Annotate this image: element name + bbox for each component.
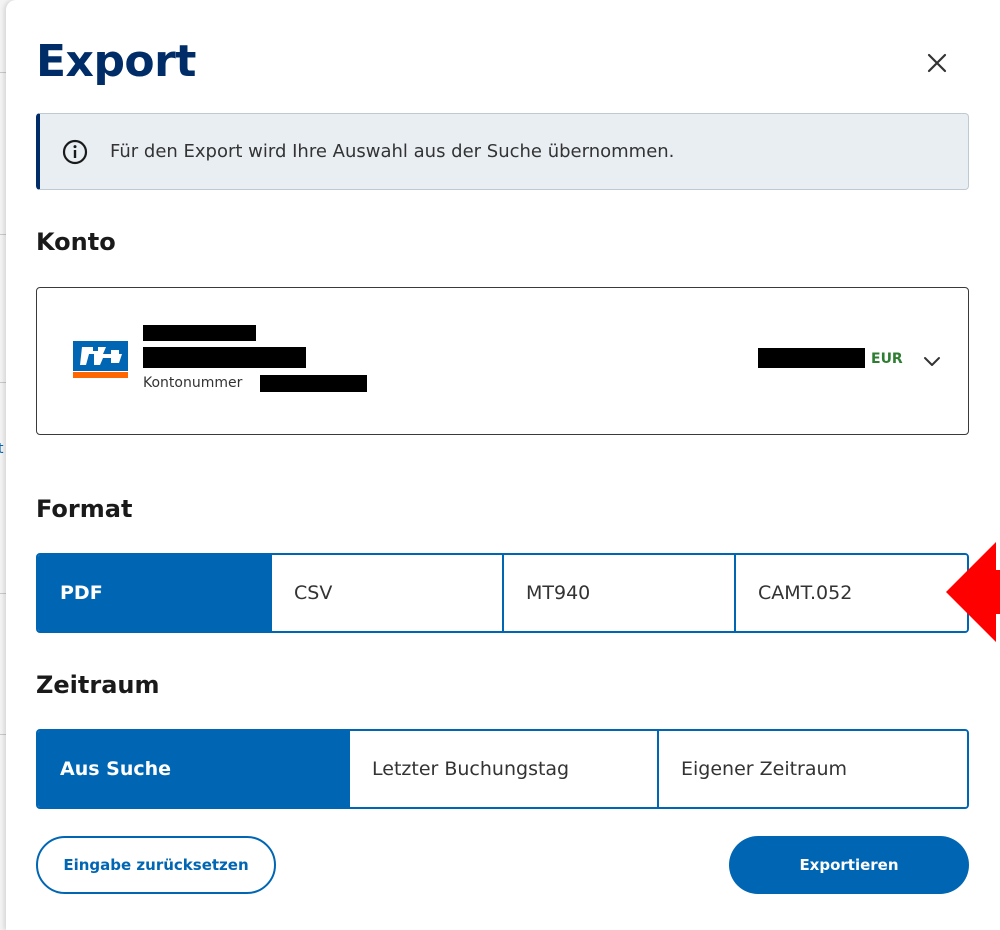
period-section-label: Zeitraum — [36, 671, 160, 699]
format-option-pdf[interactable]: PDF — [38, 555, 272, 631]
chevron-down-icon — [922, 353, 942, 369]
format-section-label: Format — [36, 495, 133, 523]
period-option-custom-range[interactable]: Eigener Zeitraum — [659, 731, 967, 807]
period-option-last-booking-day[interactable]: Letzter Buchungstag — [350, 731, 659, 807]
dialog-title: Export — [36, 36, 196, 87]
format-option-csv[interactable]: CSV — [272, 555, 504, 631]
info-icon — [62, 139, 88, 165]
arrow-left-annotation — [946, 542, 1000, 642]
close-icon — [927, 53, 947, 73]
period-selector: Aus Suche Letzter Buchungstag Eigener Ze… — [36, 729, 969, 809]
account-name-line1-redacted — [143, 325, 256, 341]
format-option-mt940[interactable]: MT940 — [504, 555, 736, 631]
info-banner: Für den Export wird Ihre Auswahl aus der… — [36, 113, 969, 190]
account-balance-redacted — [758, 348, 865, 368]
backdrop-partial-text: t — [0, 441, 4, 457]
reset-input-button[interactable]: Eingabe zurücksetzen — [36, 836, 276, 894]
account-number-redacted — [260, 375, 367, 392]
format-option-camt052[interactable]: CAMT.052 — [736, 555, 967, 631]
account-dropdown[interactable]: Kontonummer EUR — [36, 287, 969, 435]
account-section-label: Konto — [36, 228, 116, 256]
account-name-line2-redacted — [143, 347, 306, 368]
format-selector: PDF CSV MT940 CAMT.052 — [36, 553, 969, 633]
currency-label: EUR — [871, 351, 903, 367]
close-button[interactable] — [920, 46, 954, 80]
volksbank-logo — [73, 341, 128, 378]
export-button[interactable]: Exportieren — [729, 836, 969, 894]
period-option-from-search[interactable]: Aus Suche — [38, 731, 350, 807]
info-message: Für den Export wird Ihre Auswahl aus der… — [110, 141, 675, 162]
export-dialog: Export Für den Export wird Ihre Auswahl … — [6, 0, 1000, 930]
account-number-label: Kontonummer — [143, 375, 243, 391]
